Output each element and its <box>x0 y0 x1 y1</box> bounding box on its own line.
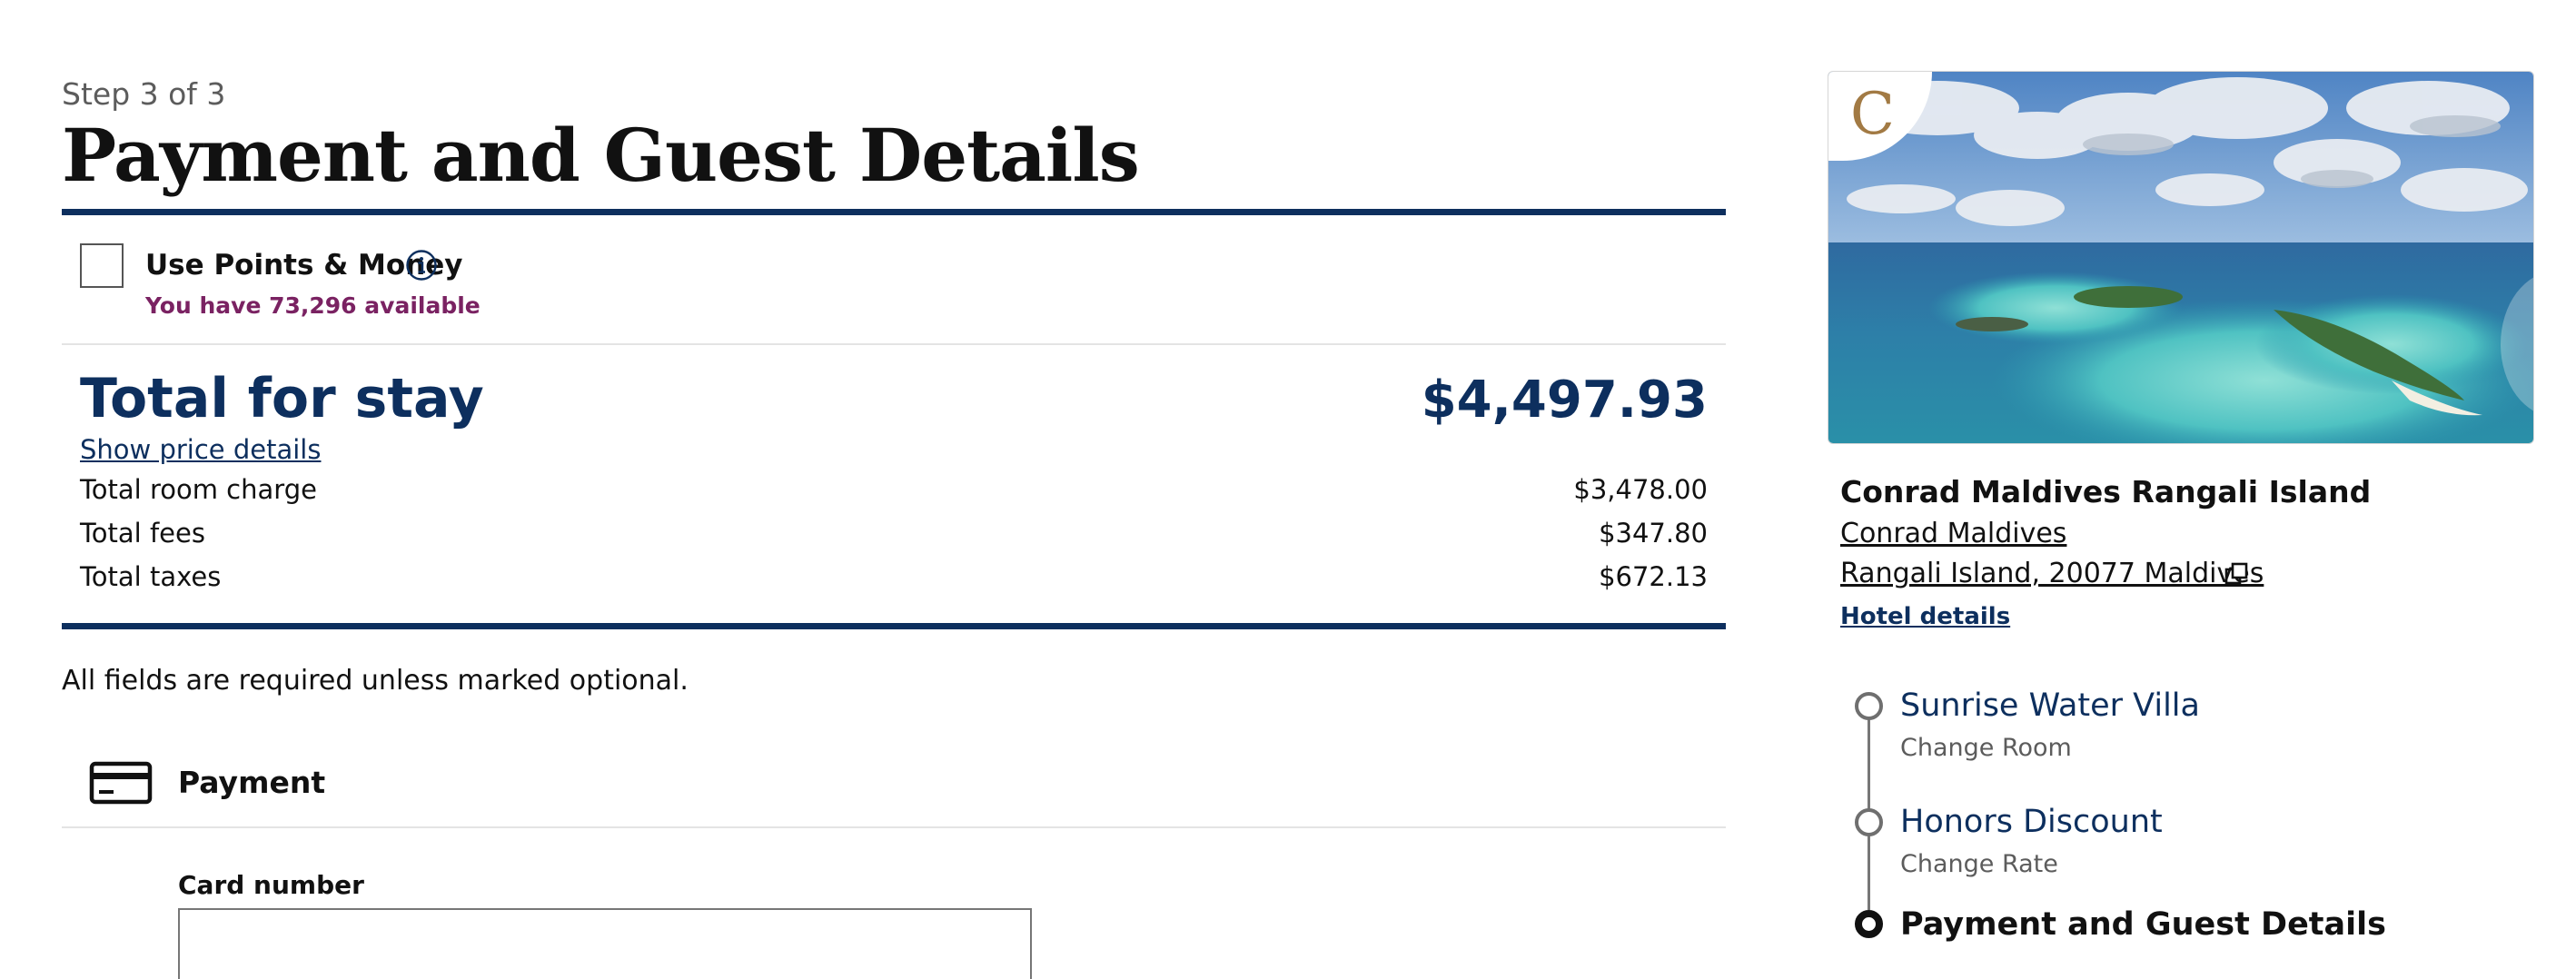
show-price-details-link[interactable]: Show price details <box>80 434 321 465</box>
required-fields-note: All fields are required unless marked op… <box>62 665 689 697</box>
progress-step-current: Payment and Guest Details <box>1900 906 2386 943</box>
hotel-name: Conrad Maldives Rangali Island <box>1840 474 2372 509</box>
total-for-stay-amount: $4,497.93 <box>1421 371 1708 430</box>
island-aerial-image <box>1828 72 2533 443</box>
progress-dot-room <box>1855 692 1883 720</box>
progress-step-rate[interactable]: Honors Discount <box>1900 804 2163 840</box>
external-link-icon[interactable] <box>2224 561 2249 587</box>
price-line-room: Total room charge $3,478.00 <box>80 470 1708 510</box>
price-line-value: $672.13 <box>1599 561 1708 592</box>
price-line-label: Total fees <box>80 518 205 549</box>
price-line-label: Total taxes <box>80 561 222 592</box>
points-money-checkbox[interactable] <box>80 243 124 288</box>
hotel-details-link[interactable]: Hotel details <box>1840 603 2010 630</box>
totals-divider <box>62 623 1726 629</box>
credit-card-icon <box>89 761 153 805</box>
price-line-value: $3,478.00 <box>1573 474 1708 505</box>
price-line-value: $347.80 <box>1599 518 1708 549</box>
progress-step-room[interactable]: Sunrise Water Villa <box>1900 687 2200 724</box>
progress-dot-current <box>1855 910 1883 938</box>
info-icon[interactable] <box>405 249 438 282</box>
points-divider <box>62 343 1726 345</box>
change-rate-link[interactable]: Change Rate <box>1900 850 2058 878</box>
card-number-input[interactable] <box>178 908 1032 979</box>
hotel-address-link[interactable]: Rangali Island, 20077 Maldives <box>1840 558 2264 589</box>
price-line-fees: Total fees $347.80 <box>80 514 1708 554</box>
progress-dot-rate <box>1855 808 1883 836</box>
price-line-taxes: Total taxes $672.13 <box>80 558 1708 598</box>
payment-section-heading: Payment <box>178 765 326 800</box>
title-divider <box>62 209 1726 215</box>
page-title: Payment and Guest Details <box>62 113 1140 198</box>
points-available: You have 73,296 available <box>145 292 481 319</box>
total-for-stay-label: Total for stay <box>80 367 484 430</box>
change-room-link[interactable]: Change Room <box>1900 734 2072 762</box>
card-number-label: Card number <box>178 870 364 900</box>
price-line-label: Total room charge <box>80 474 317 505</box>
hotel-photo: C <box>1828 71 2534 444</box>
step-indicator: Step 3 of 3 <box>62 76 226 112</box>
payment-divider <box>62 826 1726 828</box>
hotel-brand-link[interactable]: Conrad Maldives <box>1840 518 2066 549</box>
conrad-logo: C <box>1850 81 1895 148</box>
